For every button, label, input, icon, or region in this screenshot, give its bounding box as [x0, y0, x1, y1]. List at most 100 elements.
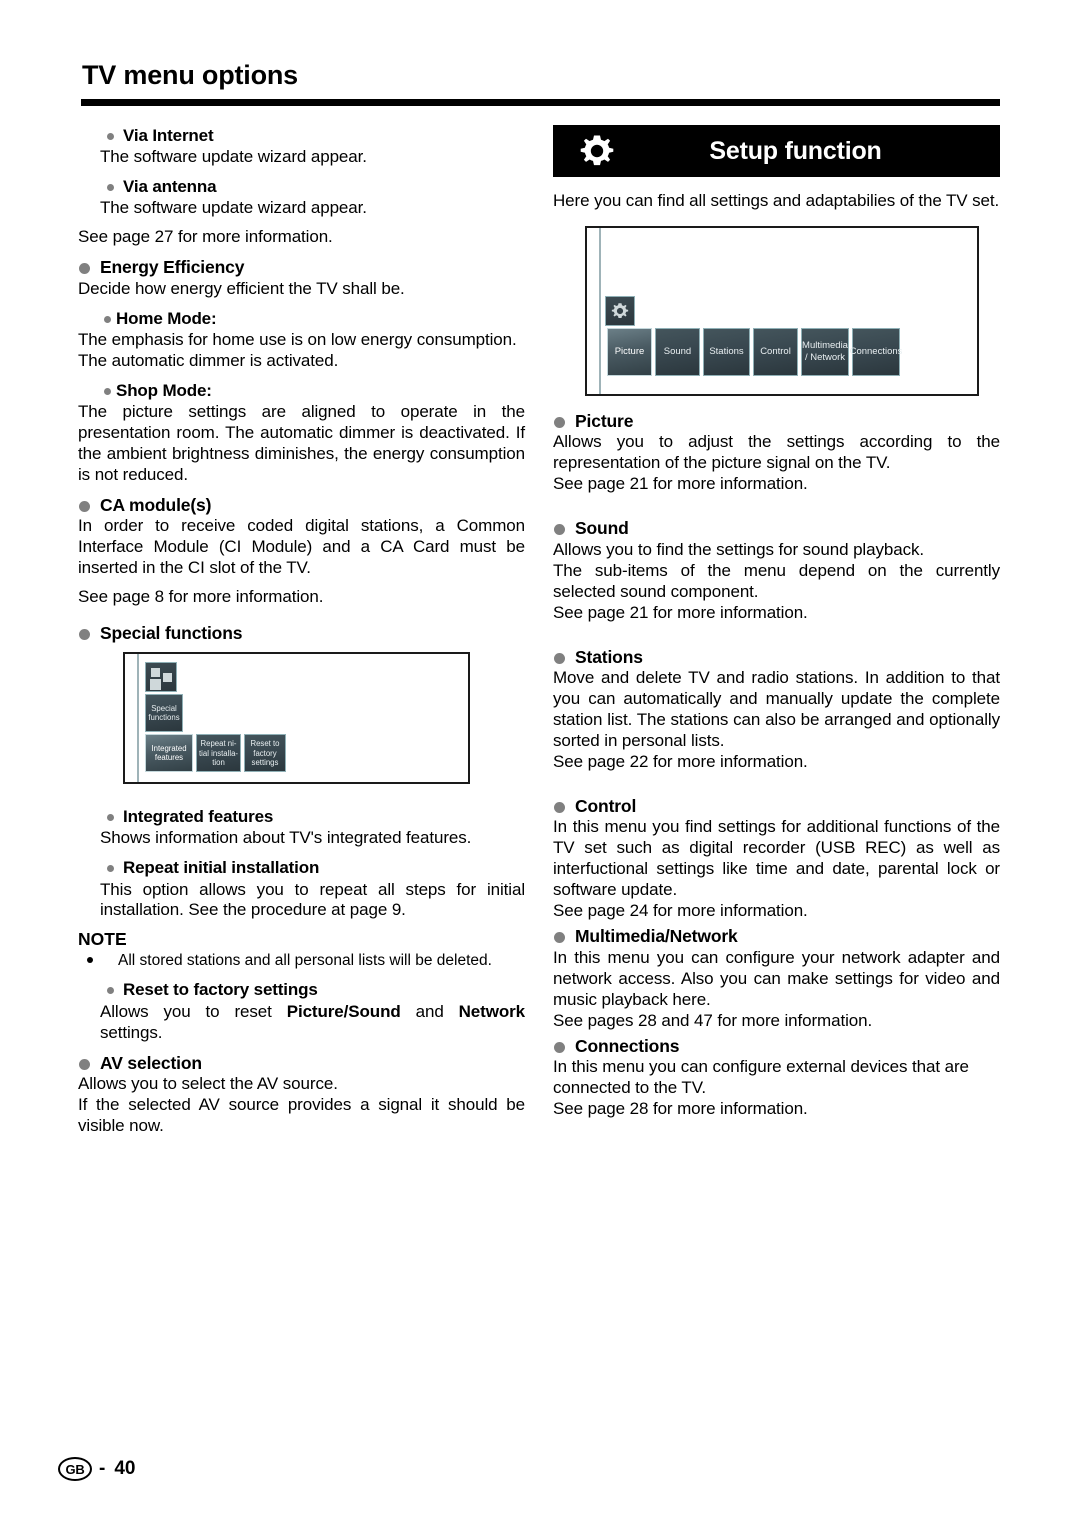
body-repeat-initial-installation: This option allows you to repeat all ste…: [100, 879, 525, 920]
bullet-icon: [79, 500, 90, 512]
bullet-icon: [107, 987, 114, 995]
tile-label: Special functions: [148, 703, 180, 723]
note-heading: NOTE: [78, 929, 127, 950]
body-reset-to-factory-settings: Allows you to reset Picture/Sound and Ne…: [100, 1001, 525, 1042]
body-via-antenna: The software update wizard appear.: [100, 198, 367, 218]
heading-picture: Picture: [553, 410, 1000, 432]
tile-picture[interactable]: Picture: [607, 327, 652, 376]
gear-glyph: [611, 303, 629, 319]
tile-connections[interactable]: Connections: [849, 327, 903, 376]
setup-function-banner: Setup function: [553, 125, 1000, 177]
heading-multimedia-network: Multimedia/Network: [553, 925, 1000, 947]
heading-stations: Stations: [553, 646, 1000, 668]
banner-title: Setup function: [709, 137, 882, 165]
bullet-icon: [554, 524, 565, 536]
bullet-icon: [554, 801, 565, 813]
special-functions-screenshot: Special functions Integrated features Re…: [123, 652, 470, 785]
footer-separator: -: [99, 1458, 106, 1479]
tile-label: Stations: [709, 346, 744, 358]
bullet-icon: [107, 865, 114, 873]
setup-intro: Here you can find all settings and adapt…: [553, 191, 1000, 210]
body-sound: Allows you to find the settings for soun…: [553, 539, 925, 559]
body-via-internet: The software update wizard appear.: [100, 147, 367, 167]
see-page-sound: See page 21 for more information.: [553, 602, 808, 622]
tile-label: Sound: [663, 346, 692, 358]
body-home-mode: The emphasis for home use is on low ener…: [78, 329, 517, 349]
setup-menu-screenshot: Picture Sound Stations Control Multimedi…: [585, 225, 979, 396]
heading-integrated-features: Integrated features: [78, 806, 525, 828]
see-page-8: See page 8 for more information.: [78, 586, 324, 606]
gear-icon[interactable]: [605, 295, 635, 326]
heading-reset-to-factory-settings: Reset to factory settings: [78, 979, 525, 1001]
heading-av-selection: AV selection: [78, 1052, 525, 1074]
heading-control: Control: [553, 795, 1000, 817]
heading-connections: Connections: [553, 1035, 1000, 1057]
menu-rail: [137, 654, 139, 783]
heading-shop-mode: Shop Mode:: [78, 380, 525, 402]
bullet-icon: [104, 387, 111, 395]
menu-rail: [599, 227, 601, 394]
body-control: In this menu you find settings for addit…: [553, 817, 1000, 900]
tile-multimedia-network[interactable]: Multimedia / Network: [801, 327, 849, 376]
heading-sound: Sound: [553, 517, 1000, 539]
bullet-icon: [554, 652, 565, 664]
tile-label: Control: [760, 346, 791, 358]
tile-special-functions[interactable]: Special functions: [145, 694, 183, 733]
bullet-icon: [554, 416, 565, 428]
see-page-stations: See page 22 for more information.: [553, 751, 808, 771]
heading-energy-efficiency: Energy Efficiency: [78, 256, 525, 278]
heading-ca-modules: CA module(s): [78, 494, 525, 516]
tile-label: Repeat ni- tial installa- tion: [199, 739, 238, 768]
bullet-icon: [107, 814, 114, 822]
body-integrated-features: Shows information about TV's integrated …: [100, 828, 472, 848]
four-squares-icon[interactable]: [145, 662, 177, 693]
body-av-selection: Allows you to select the AV source.: [78, 1073, 338, 1093]
tile-label: Integrated features: [151, 743, 187, 763]
tile-label: Multimedia / Network: [802, 340, 848, 363]
tile-label: Picture: [614, 346, 645, 358]
body-connections: In this menu you can configure external …: [553, 1057, 969, 1097]
bullet-icon: [87, 957, 93, 964]
body-stations: Move and delete TV and radio stations. I…: [553, 668, 1000, 750]
see-page-multimedia: See pages 28 and 47 for more information…: [553, 1010, 873, 1030]
bullet-icon: [107, 133, 114, 140]
region-badge: GB: [58, 1457, 92, 1481]
tile-stations[interactable]: Stations: [703, 327, 750, 376]
bullet-icon: [79, 628, 90, 640]
heading-repeat-initial-installation: Repeat initial installation: [78, 857, 525, 879]
heading-special-functions: Special functions: [78, 622, 525, 644]
heading-via-antenna: Via antenna: [78, 176, 525, 198]
tile-label: Connections: [849, 346, 903, 358]
tile-reset-to-factory-settings[interactable]: Reset to factory settings: [244, 734, 286, 773]
tile-integrated-features[interactable]: Integrated features: [145, 734, 193, 773]
heading-home-mode: Home Mode:: [78, 308, 525, 330]
heading-via-internet: Via Internet: [78, 125, 525, 147]
page-title: TV menu options: [82, 60, 298, 90]
manual-page: TV menu options Via Internet The softwar…: [0, 0, 1080, 1532]
note-item: All stored stations and all personal lis…: [78, 951, 525, 971]
right-column: Setup function Here you can find all set…: [553, 125, 1000, 1120]
body-sound-2: The sub-items of the menu depend on the …: [553, 560, 1000, 601]
see-page-27: See page 27 for more information.: [78, 227, 333, 247]
see-page-connections: See page 28 for more information.: [553, 1098, 808, 1118]
bullet-icon: [107, 184, 114, 192]
see-page-picture: See page 21 for more information.: [553, 474, 808, 494]
bullet-icon: [104, 315, 111, 323]
body-home-mode-2: The automatic dimmer is activated.: [78, 350, 339, 370]
tile-label: Reset to factory settings: [250, 739, 280, 768]
tile-repeat-initial-installation[interactable]: Repeat ni- tial installa- tion: [196, 734, 241, 773]
left-column: Via Internet The software update wizard …: [78, 125, 525, 1137]
body-energy-efficiency: Decide how energy efficient the TV shall…: [78, 278, 405, 298]
bullet-icon: [554, 1041, 565, 1053]
tile-sound[interactable]: Sound: [655, 327, 700, 376]
body-av-selection-2: If the selected AV source provides a sig…: [78, 1094, 525, 1135]
tile-control[interactable]: Control: [753, 327, 798, 376]
body-picture: Allows you to adjust the settings accord…: [553, 432, 1000, 473]
bullet-icon: [554, 932, 565, 944]
see-page-control: See page 24 for more information.: [553, 901, 808, 921]
page-footer: GB - 40: [58, 1457, 135, 1481]
body-shop-mode: The picture settings are aligned to oper…: [78, 401, 525, 484]
body-ca-modules: In order to receive coded digital statio…: [78, 516, 525, 577]
title-divider: [81, 99, 1000, 106]
bullet-icon: [79, 1058, 90, 1070]
